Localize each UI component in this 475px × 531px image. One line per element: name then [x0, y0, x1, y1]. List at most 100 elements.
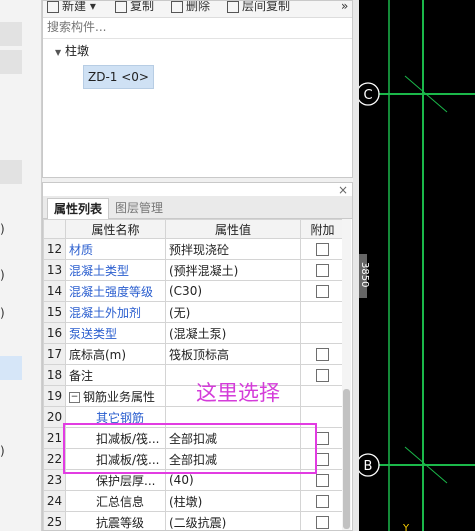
property-name-text: 备注: [69, 368, 94, 383]
component-list-panel: 新建 ▾ 复制 删除 层间复制 » ▼ 柱墩 ZD-1 <0>: [42, 0, 353, 178]
annotation-highlight-box: [63, 423, 317, 474]
extra-cell: [300, 322, 345, 344]
row-number: 18: [43, 364, 66, 386]
property-name-text: 底标高(m): [69, 347, 127, 362]
table-row[interactable]: 12 材质 预拌现浇砼: [43, 238, 345, 260]
extra-checkbox[interactable]: [316, 432, 329, 445]
search-bar: [43, 18, 352, 39]
canvas-drawing: C B 3850 Y: [359, 0, 475, 531]
tab-layer-management[interactable]: 图层管理: [109, 198, 169, 218]
properties-tabs: 属性列表 图层管理: [43, 196, 352, 219]
left-panel-item[interactable]: [0, 50, 22, 74]
dimension-text: 3850: [359, 262, 370, 287]
property-name: 泵送类型: [65, 322, 166, 344]
search-input[interactable]: [43, 18, 341, 36]
property-value[interactable]: 筏板顶标高: [165, 343, 301, 365]
row-number: 25: [43, 511, 66, 530]
tab-property-list[interactable]: 属性列表: [47, 198, 110, 219]
table-row[interactable]: 19− 钢筋业务属性: [43, 385, 345, 407]
table-row[interactable]: 13 混凝土类型 (预拌混凝土): [43, 259, 345, 281]
row-number: 16: [43, 322, 66, 344]
table-row[interactable]: 17 底标高(m) 筏板顶标高: [43, 343, 345, 365]
property-value[interactable]: 预拌现浇砼: [165, 238, 301, 260]
property-name-text: 保护层厚...: [96, 473, 156, 488]
toolbar-overflow-button[interactable]: »: [341, 1, 348, 15]
left-panel-item[interactable]: [0, 22, 22, 46]
property-name-text: 钢筋业务属性: [83, 389, 156, 404]
tree-group-pier[interactable]: ▼ 柱墩: [55, 42, 89, 59]
table-row[interactable]: 25 抗震等级 (二级抗震): [43, 511, 345, 530]
extra-checkbox[interactable]: [316, 285, 329, 298]
extra-checkbox[interactable]: [316, 348, 329, 361]
extra-cell: [300, 280, 345, 302]
drawing-canvas[interactable]: C B 3850 Y: [359, 0, 475, 531]
property-name: 材质: [65, 238, 166, 260]
property-name-text: 混凝土类型: [69, 263, 130, 278]
annotation-text: 这里选择: [196, 381, 280, 405]
row-number: 13: [43, 259, 66, 281]
extra-checkbox[interactable]: [316, 474, 329, 487]
layer-copy-button[interactable]: 层间复制: [227, 1, 290, 15]
property-value[interactable]: (预拌混凝土): [165, 259, 301, 281]
tree-group-label: 柱墩: [64, 44, 89, 58]
table-row[interactable]: 15 混凝土外加剂 (无): [43, 301, 345, 323]
new-button[interactable]: 新建 ▾: [47, 1, 96, 15]
table-row[interactable]: 14 混凝土强度等级 (C30): [43, 280, 345, 302]
row-number: 17: [43, 343, 66, 365]
left-panel-text: ): [0, 222, 5, 236]
properties-panel: × 属性列表 图层管理 属性名称 属性值 附加 12 材质 预拌现浇砼 13 混凝土类型…: [42, 182, 353, 531]
extra-cell: [300, 490, 345, 512]
extra-checkbox[interactable]: [316, 516, 329, 529]
property-name: − 钢筋业务属性: [65, 385, 166, 407]
left-panel-text: ): [0, 444, 5, 458]
table-row[interactable]: 24 汇总信息 (柱墩): [43, 490, 345, 512]
row-number: 12: [43, 238, 66, 260]
extra-checkbox[interactable]: [316, 369, 329, 382]
property-value[interactable]: (柱墩): [165, 490, 301, 512]
property-name: 汇总信息: [65, 490, 166, 512]
property-name-text: 混凝土外加剂: [69, 305, 142, 320]
left-panel-text: ): [0, 306, 5, 320]
left-panel-item-selected[interactable]: [0, 356, 22, 380]
property-name: 混凝土类型: [65, 259, 166, 281]
property-name: 混凝土强度等级: [65, 280, 166, 302]
property-name-text: 汇总信息: [96, 494, 145, 509]
property-name: 备注: [65, 364, 166, 386]
left-side-panel: ) ) ) ): [0, 0, 42, 531]
close-icon[interactable]: ×: [338, 183, 348, 197]
collapse-icon[interactable]: −: [69, 391, 80, 403]
extra-checkbox[interactable]: [316, 453, 329, 466]
property-value[interactable]: (无): [165, 301, 301, 323]
extra-checkbox[interactable]: [316, 243, 329, 256]
tree-item-zd1[interactable]: ZD-1 <0>: [83, 65, 154, 89]
scrollbar-thumb[interactable]: [343, 389, 350, 529]
extra-checkbox[interactable]: [316, 264, 329, 277]
left-panel-text: ): [0, 268, 5, 282]
property-value[interactable]: (混凝土泵): [165, 322, 301, 344]
extra-cell: [300, 511, 345, 530]
header-property-name: 属性名称: [65, 219, 166, 239]
property-name: 抗震等级: [65, 511, 166, 530]
row-number: 19: [43, 385, 66, 407]
extra-cell: [300, 364, 345, 386]
collapse-triangle-icon[interactable]: ▼: [55, 48, 61, 57]
copy-button[interactable]: 复制: [115, 1, 154, 15]
property-value[interactable]: (二级抗震): [165, 511, 301, 530]
left-panel-item[interactable]: [0, 160, 22, 184]
component-toolbar: 新建 ▾ 复制 删除 层间复制 »: [43, 1, 352, 18]
extra-checkbox[interactable]: [316, 495, 329, 508]
vertical-scrollbar[interactable]: [342, 219, 351, 530]
axis-y-label: Y: [402, 523, 410, 531]
table-row[interactable]: 18 备注: [43, 364, 345, 386]
property-value[interactable]: (C30): [165, 280, 301, 302]
delete-icon: [171, 1, 183, 13]
header-num: [43, 219, 66, 239]
extra-cell: [300, 301, 345, 323]
property-table: 属性名称 属性值 附加 12 材质 预拌现浇砼 13 混凝土类型 (预拌混凝土) 14 混凝土…: [43, 219, 345, 530]
grid-label-c: C: [363, 88, 372, 103]
property-name: 底标高(m): [65, 343, 166, 365]
table-row[interactable]: 16 泵送类型 (混凝土泵): [43, 322, 345, 344]
delete-button[interactable]: 删除: [171, 1, 210, 15]
table-header-row: 属性名称 属性值 附加: [43, 219, 345, 239]
grid-label-b: B: [364, 459, 373, 474]
